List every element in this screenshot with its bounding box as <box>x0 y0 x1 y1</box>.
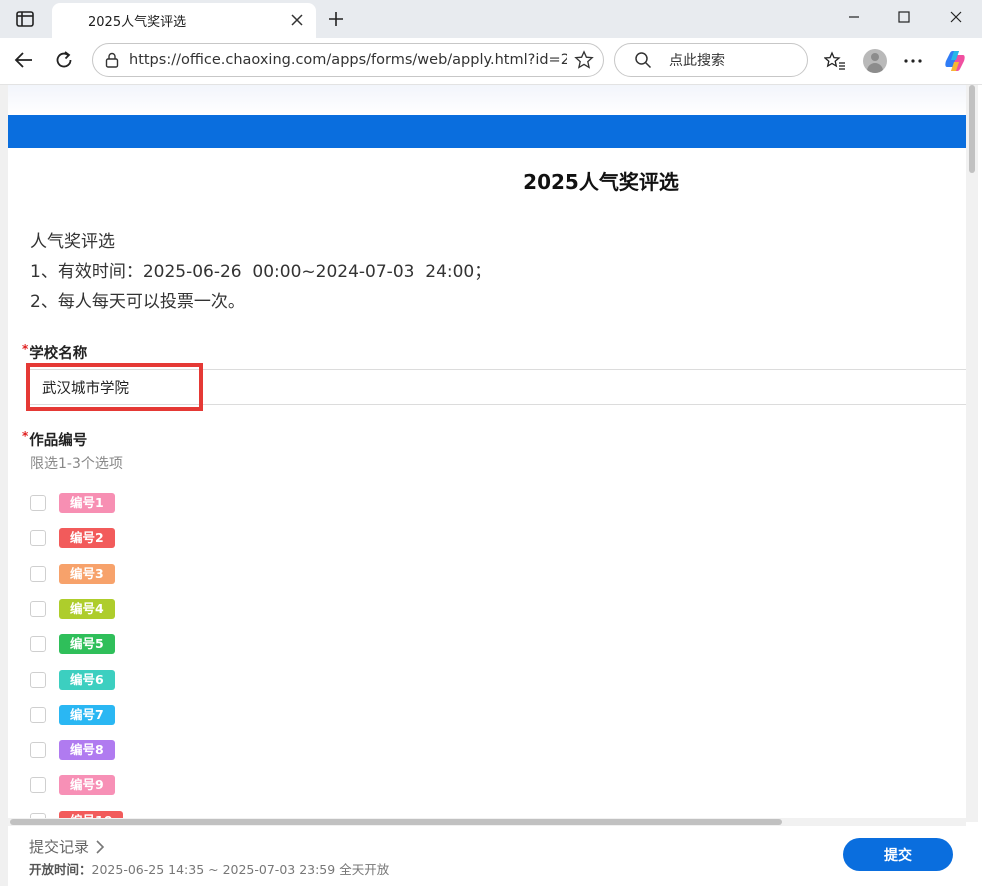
description-line: 人气奖评选 <box>30 232 115 252</box>
browser-toolbar: https://office.chaoxing.com/apps/forms/w… <box>0 38 982 85</box>
refresh-button[interactable] <box>48 44 80 76</box>
more-button[interactable] <box>898 46 928 76</box>
form-title: 2025人气奖评选 <box>523 170 679 194</box>
horizontal-scrollbar[interactable] <box>8 818 966 826</box>
option-tag: 编号2 <box>59 528 115 549</box>
star-icon <box>574 50 594 69</box>
option-checkbox[interactable] <box>30 565 46 582</box>
option-checkbox[interactable] <box>30 495 46 511</box>
form-footer: 提交记录 开放时间：2025-06-25 14:35 ~ 2025-07-03 … <box>8 826 966 886</box>
minimize-icon <box>849 16 859 18</box>
chevron-right-icon <box>96 839 105 854</box>
option-tag: 编号5 <box>59 634 115 655</box>
option-tag: 编号1 <box>59 493 115 513</box>
back-arrow-icon <box>14 52 32 68</box>
entry-option[interactable]: 编号7 <box>30 704 115 725</box>
entry-option[interactable]: 编号2 <box>30 528 115 549</box>
entry-option[interactable]: 编号3 <box>30 563 115 584</box>
option-checkbox[interactable] <box>30 600 46 617</box>
entry-option[interactable]: 编号5 <box>30 634 115 655</box>
search-icon <box>633 50 653 70</box>
required-mark: * <box>22 429 29 443</box>
tab-title: 2025人气奖评选 <box>88 15 187 30</box>
entry-option[interactable]: 编号4 <box>30 598 115 619</box>
window-close-icon <box>950 11 962 23</box>
submit-button[interactable]: 提交 <box>843 838 953 871</box>
vertical-scrollbar[interactable] <box>966 85 978 822</box>
selection-hint: 限选1-3个选项 <box>30 456 123 472</box>
maximize-button[interactable] <box>876 0 932 34</box>
copilot-icon <box>945 51 965 71</box>
submission-records-link[interactable]: 提交记录 <box>29 836 105 857</box>
option-checkbox[interactable] <box>30 706 46 723</box>
window-edge <box>0 85 8 886</box>
new-tab-button[interactable] <box>322 6 350 32</box>
entry-option[interactable]: 编号9 <box>30 775 115 796</box>
option-checkbox[interactable] <box>30 742 46 759</box>
option-tag: 编号7 <box>59 704 115 725</box>
favorites-icon <box>824 51 845 70</box>
page-viewport: 2025人气奖评选 人气奖评选 1、有效时间：2025-06-26 00:00~… <box>8 85 966 822</box>
scrollbar-thumb[interactable] <box>969 85 975 173</box>
refresh-icon <box>56 51 72 68</box>
option-tag: 编号6 <box>59 669 115 690</box>
profile-avatar <box>863 49 887 73</box>
browser-title-bar: 2025人气奖评选 <box>0 0 982 38</box>
lock-icon <box>105 52 119 68</box>
back-button[interactable] <box>8 44 40 76</box>
tab-actions-icon <box>16 11 34 27</box>
entry-option[interactable]: 编号6 <box>30 669 115 690</box>
entry-field-label: *作品编号 <box>22 429 88 449</box>
entry-option[interactable]: 编号8 <box>30 740 115 761</box>
description-line: 1、有效时间：2025-06-26 00:00~2024-07-03 24:00… <box>30 262 492 282</box>
school-name-value: 武汉城市学院 <box>42 380 129 397</box>
add-favorite-button[interactable] <box>573 49 595 71</box>
copilot-button[interactable] <box>940 46 970 76</box>
more-icon <box>904 59 922 63</box>
option-tag: 编号9 <box>59 775 115 796</box>
minimize-button[interactable] <box>826 0 882 34</box>
maximize-icon <box>898 11 910 23</box>
tab-close-button[interactable] <box>288 11 306 29</box>
address-bar[interactable]: https://office.chaoxing.com/apps/forms/w… <box>92 43 604 77</box>
window-close-button[interactable] <box>928 0 982 34</box>
school-field-label: *学校名称 <box>22 342 88 362</box>
open-time-value: 2025-06-25 14:35 ~ 2025-07-03 23:59 全天开放 <box>91 862 390 877</box>
description-line: 2、每人每天可以投票一次。 <box>30 292 245 312</box>
browser-tab[interactable]: 2025人气奖评选 <box>52 3 316 38</box>
header-banner <box>8 115 966 148</box>
close-icon <box>291 14 303 26</box>
favorites-button[interactable] <box>820 46 850 76</box>
required-mark: * <box>22 342 29 356</box>
url-text[interactable]: https://office.chaoxing.com/apps/forms/w… <box>129 52 567 68</box>
open-time-text: 开放时间：2025-06-25 14:35 ~ 2025-07-03 23:59… <box>29 859 389 878</box>
form-description: 人气奖评选 1、有效时间：2025-06-26 00:00~2024-07-03… <box>30 227 491 317</box>
option-tag: 编号3 <box>59 563 115 584</box>
search-box[interactable]: 点此搜索 <box>614 43 808 77</box>
plus-icon <box>329 12 343 26</box>
option-checkbox[interactable] <box>30 671 46 688</box>
option-tag: 编号4 <box>59 598 115 619</box>
tab-actions-button[interactable] <box>8 6 42 32</box>
option-tag: 编号8 <box>59 740 115 761</box>
open-time-label: 开放时间： <box>29 862 92 877</box>
page-top-background <box>8 85 966 115</box>
profile-button[interactable] <box>860 46 890 76</box>
school-name-input[interactable]: 武汉城市学院 <box>30 369 966 405</box>
site-info-button[interactable] <box>101 49 123 71</box>
search-placeholder: 点此搜索 <box>669 53 725 69</box>
option-checkbox[interactable] <box>30 530 46 547</box>
option-checkbox[interactable] <box>30 777 46 794</box>
option-checkbox[interactable] <box>30 636 46 653</box>
entry-option[interactable]: 编号1 <box>30 493 115 513</box>
scrollbar-thumb[interactable] <box>10 819 782 825</box>
